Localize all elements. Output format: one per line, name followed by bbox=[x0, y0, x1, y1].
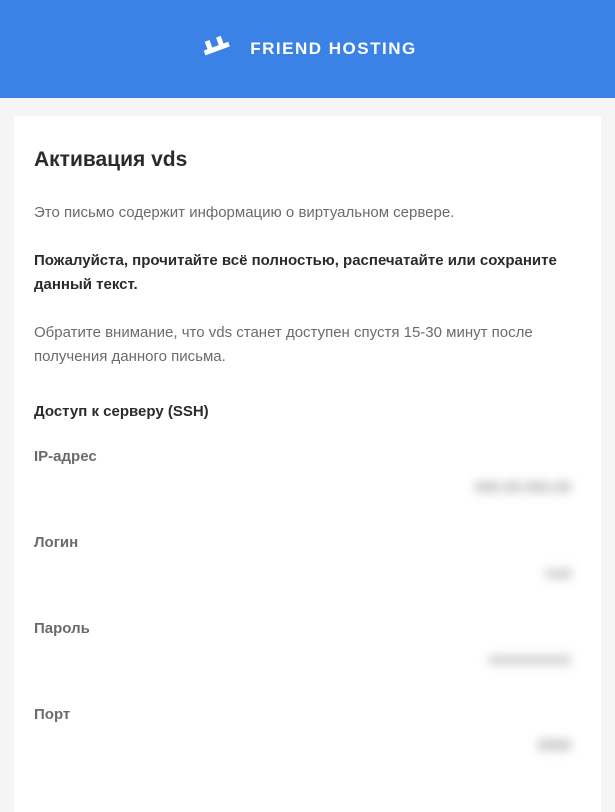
port-field-row: Порт 0000 bbox=[34, 706, 581, 782]
port-value: 0000 bbox=[34, 723, 581, 782]
password-field-row: Пароль xxxxxxxxxxx bbox=[34, 620, 581, 696]
logo-icon bbox=[198, 30, 236, 68]
intro-text: Это письмо содержит информацию о виртуал… bbox=[34, 202, 581, 225]
password-label: Пароль bbox=[34, 620, 581, 637]
email-content: Активация vds Это письмо содержит информ… bbox=[14, 116, 601, 812]
notice-text: Обратите внимание, что vds станет доступ… bbox=[34, 321, 581, 369]
instruction-text: Пожалуйста, прочитайте всё полностью, ра… bbox=[34, 249, 581, 297]
ip-value: 000.00.000.00 bbox=[34, 465, 581, 524]
login-value: root bbox=[34, 551, 581, 610]
login-label: Логин bbox=[34, 534, 581, 551]
ssh-section-heading: Доступ к серверу (SSH) bbox=[34, 403, 581, 420]
email-header: FRIEND HOSTING bbox=[0, 0, 615, 98]
port-label: Порт bbox=[34, 706, 581, 723]
brand-name: FRIEND HOSTING bbox=[250, 39, 416, 59]
ip-field-row: IP-адрес 000.00.000.00 bbox=[34, 448, 581, 524]
password-value: xxxxxxxxxxx bbox=[34, 637, 581, 696]
login-field-row: Логин root bbox=[34, 534, 581, 610]
ip-label: IP-адрес bbox=[34, 448, 581, 465]
page-title: Активация vds bbox=[34, 148, 581, 172]
